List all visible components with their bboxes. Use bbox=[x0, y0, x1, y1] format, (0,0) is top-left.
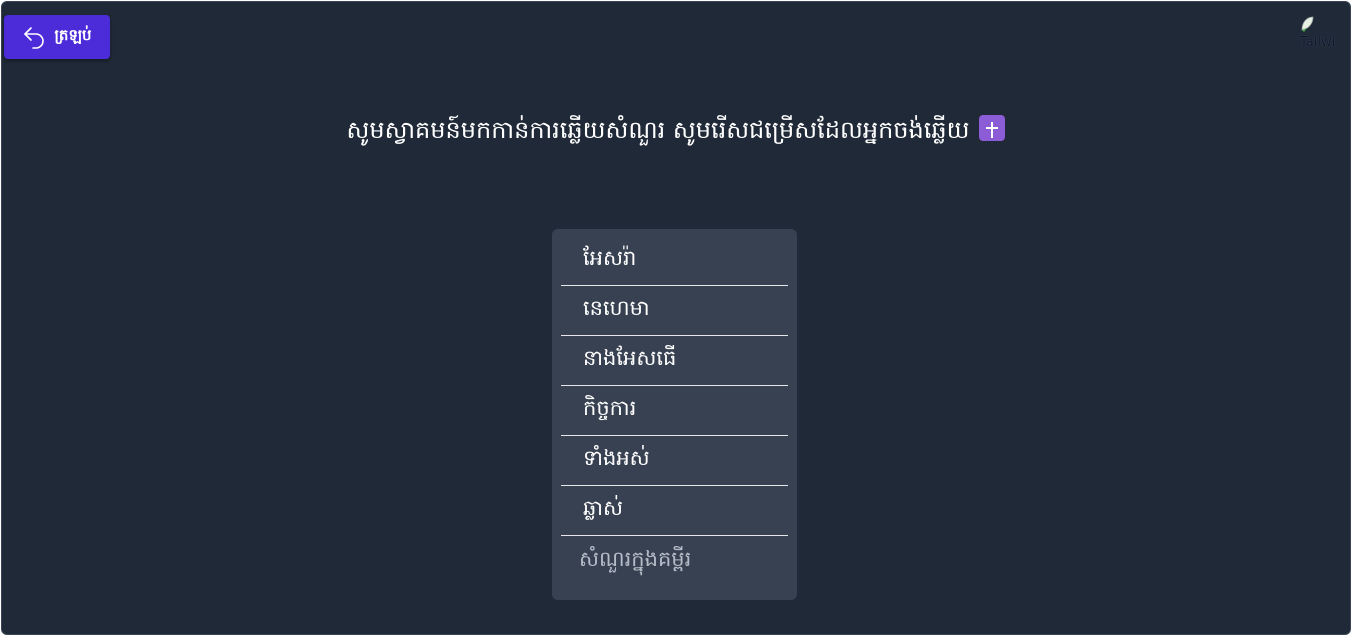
page-title-text: សូមស្វាគមន៍មកកាន់ការឆ្លើយសំណួរ សូមរើសជម្… bbox=[346, 116, 970, 144]
logo-image: Tailwi bbox=[1300, 16, 1338, 52]
back-button-label: ត្រឡប់ bbox=[54, 26, 92, 44]
app-window: ត្រឡប់ Tailwi សូមស្វាគមន៍មកកាន់ការឆ្លើយស… bbox=[1, 1, 1351, 635]
book-menu: អែសរ៉ា នេហេមា នាងអែសធើ កិច្ចការ ទាំងអស់ … bbox=[552, 229, 797, 600]
menu-item-esther[interactable]: នាងអែសធើ bbox=[561, 336, 788, 386]
menu-item-label: ទាំងអស់ bbox=[583, 446, 650, 470]
menu-item-all[interactable]: ទាំងអស់ bbox=[561, 436, 788, 486]
broken-image-icon bbox=[1301, 16, 1314, 32]
cross-icon bbox=[979, 115, 1006, 141]
menu-item-nehemiah[interactable]: នេហេមា bbox=[561, 286, 788, 336]
menu-item-label: កិច្ចការ bbox=[583, 396, 637, 420]
menu-item-ezra[interactable]: អែសរ៉ា bbox=[561, 236, 788, 286]
menu-item-acts[interactable]: កិច្ចការ bbox=[561, 386, 788, 436]
menu-footer-bible-questions[interactable]: សំណួរក្នុងគម្ពីរ bbox=[561, 536, 788, 586]
page-title: សូមស្វាគមន៍មកកាន់ការឆ្លើយសំណួរ សូមរើសជម្… bbox=[2, 110, 1350, 150]
menu-footer-label: សំណួរក្នុងគម្ពីរ bbox=[579, 546, 692, 571]
menu-item-label: ឆ្លាស់ bbox=[583, 496, 623, 520]
menu-item-label: អែសរ៉ា bbox=[583, 246, 637, 270]
logo-alt-text: Tailwi bbox=[1300, 35, 1336, 50]
menu-item-label: នាងអែសធើ bbox=[583, 346, 677, 370]
menu-item-label: នេហេមា bbox=[583, 296, 650, 320]
menu-item-alternate[interactable]: ឆ្លាស់ bbox=[561, 486, 788, 536]
back-button[interactable]: ត្រឡប់ bbox=[4, 15, 110, 59]
back-arrow-icon bbox=[22, 25, 46, 49]
